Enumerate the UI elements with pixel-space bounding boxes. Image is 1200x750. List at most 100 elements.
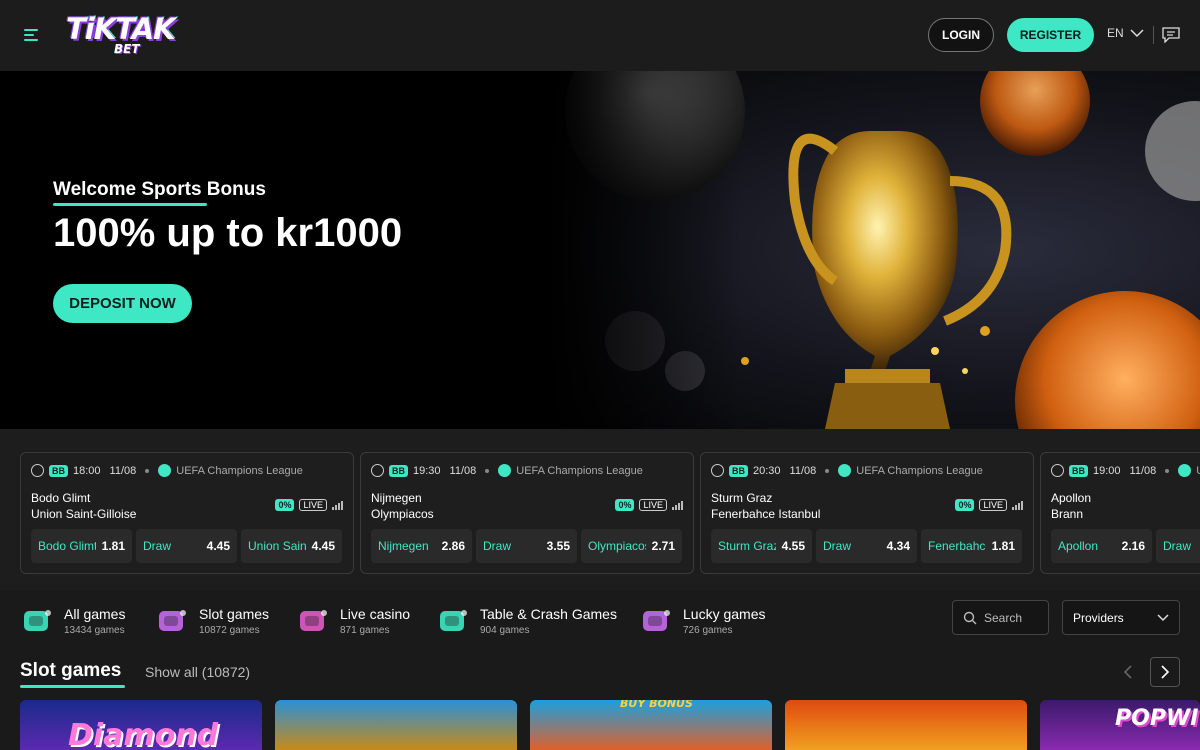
site-logo[interactable]: TiKTAK BET — [66, 12, 176, 58]
odds-button[interactable]: Draw — [1156, 529, 1200, 563]
odds-label: Draw — [143, 539, 172, 553]
search-icon — [963, 611, 977, 624]
match-card[interactable]: BB 18:00 11/08 UEFA Champions League Bod… — [20, 452, 354, 574]
match-meta: BB 19:00 11/08 UEFA Champions League — [1051, 464, 1200, 477]
odds-label: Draw — [823, 539, 852, 553]
providers-label: Providers — [1073, 610, 1124, 625]
odds-label: Draw — [483, 539, 512, 553]
soccer-ball-icon — [711, 464, 724, 477]
match-card[interactable]: BB 19:30 11/08 UEFA Champions League Nij… — [360, 452, 694, 574]
separator-dot — [145, 468, 150, 473]
logo-text: TiKTAK — [66, 12, 176, 46]
game-tile-popwins[interactable]: POPWI — [1040, 700, 1200, 750]
match-time: 18:00 — [73, 464, 101, 477]
odds-value: 4.45 — [206, 539, 230, 553]
odds-label: Sturm Graz — [718, 539, 776, 553]
live-badge: LIVE — [639, 499, 667, 511]
odds-button[interactable]: Sturm Graz 4.55 — [711, 529, 812, 563]
league-name: UEFA Champions League — [516, 464, 643, 477]
odds-value: 2.71 — [651, 539, 675, 553]
category-icon — [24, 610, 51, 631]
carousel-prev-button[interactable] — [1117, 659, 1139, 685]
bb-badge: BB — [389, 464, 408, 477]
match-teams: Nijmegen Olympiacos — [371, 490, 434, 522]
search-placeholder: Search — [984, 610, 1023, 625]
category-name: Lucky games — [683, 606, 766, 622]
odds-button[interactable]: Draw 3.55 — [476, 529, 577, 563]
odds-button[interactable]: Fenerbahce Istanbul 1.81 — [921, 529, 1022, 563]
odds-button[interactable]: Draw 4.34 — [816, 529, 917, 563]
live-badge: LIVE — [979, 499, 1007, 511]
soccer-ball-icon — [31, 464, 44, 477]
chevron-down-icon — [1157, 613, 1169, 621]
deposit-now-button[interactable]: DEPOSIT NOW — [53, 284, 192, 323]
odds-value: 1.81 — [991, 539, 1015, 553]
match-date: 11/08 — [1129, 464, 1157, 477]
category-icon — [643, 610, 670, 631]
game-tile-title: BUY BONUS — [620, 700, 693, 710]
odds-button[interactable]: Apollon 2.16 — [1051, 529, 1152, 563]
section-title-underline — [20, 685, 125, 688]
odds-button[interactable]: Nijmegen 2.86 — [371, 529, 472, 563]
match-meta: BB 20:30 11/08 UEFA Champions League — [711, 464, 983, 477]
team-home: Nijmegen — [371, 491, 422, 505]
category-count: 904 games — [480, 625, 530, 636]
carousel-next-button[interactable] — [1150, 657, 1180, 687]
match-teams: Bodo Glimt Union Saint-Gilloise — [31, 490, 136, 522]
match-status: 0% LIVE — [275, 499, 343, 511]
live-matches-strip: BB 18:00 11/08 UEFA Champions League Bod… — [0, 429, 1200, 591]
odds-value: 2.16 — [1121, 539, 1145, 553]
league-icon — [838, 464, 852, 477]
search-input[interactable]: Search — [952, 600, 1049, 635]
odds-label: Apollon — [1058, 539, 1099, 553]
odds-button[interactable]: Draw 4.45 — [136, 529, 237, 563]
soccer-ball-icon — [371, 464, 384, 477]
category-item[interactable]: Lucky games 726 games — [639, 605, 765, 637]
match-meta: BB 19:30 11/08 UEFA Champions League — [371, 464, 643, 477]
match-date: 11/08 — [449, 464, 477, 477]
team-home: Sturm Graz — [711, 491, 773, 505]
team-home: Apollon — [1051, 491, 1092, 505]
signal-bars-icon — [1012, 500, 1023, 510]
odds-value: 4.55 — [781, 539, 805, 553]
game-tile-title: POPWI — [1115, 706, 1199, 731]
show-all-link[interactable]: Show all (10872) — [145, 664, 250, 680]
category-count: 871 games — [340, 625, 390, 636]
providers-dropdown[interactable]: Providers — [1062, 600, 1180, 635]
category-item[interactable]: Table & Crash Games 904 games — [436, 605, 617, 637]
bb-badge: BB — [729, 464, 748, 477]
login-button[interactable]: LOGIN — [928, 18, 994, 52]
odds-label: Draw — [1163, 539, 1192, 553]
match-card[interactable]: BB 20:30 11/08 UEFA Champions League Stu… — [700, 452, 1034, 574]
match-status: 0% LIVE — [955, 499, 1023, 511]
category-item[interactable]: All games 13434 games — [20, 605, 125, 637]
hero-title: Welcome Sports Bonus — [53, 179, 266, 200]
chat-icon[interactable] — [1162, 27, 1180, 43]
category-item[interactable]: Slot games 10872 games — [155, 605, 269, 637]
team-away: Olympiacos — [371, 507, 434, 521]
odds-button[interactable]: Olympiacos 2.71 — [581, 529, 682, 563]
category-item[interactable]: Live casino 871 games — [296, 605, 410, 637]
game-tile-zeus[interactable] — [785, 700, 1027, 750]
separator-dot — [485, 468, 490, 473]
hamburger-menu-icon[interactable] — [24, 27, 42, 43]
odds-label: Bodo Glimt — [38, 539, 96, 553]
match-teams: Sturm Graz Fenerbahce Istanbul — [711, 490, 820, 522]
team-away: Brann — [1051, 507, 1084, 521]
category-name: All games — [64, 606, 126, 622]
odds-button[interactable]: Union Saint-Gilloise 4.45 — [241, 529, 342, 563]
game-tile-diamond[interactable]: Diamond — [20, 700, 262, 750]
separator-dot — [825, 468, 830, 473]
odds-button[interactable]: Bodo Glimt 1.81 — [31, 529, 132, 563]
language-selector[interactable]: EN — [1107, 26, 1144, 40]
category-count: 726 games — [683, 625, 733, 636]
match-card[interactable]: BB 19:00 11/08 UEFA Champions League Apo… — [1040, 452, 1200, 574]
signal-bars-icon — [672, 500, 683, 510]
match-time: 20:30 — [753, 464, 781, 477]
register-button[interactable]: REGISTER — [1007, 18, 1094, 52]
category-count: 10872 games — [199, 625, 260, 636]
game-tile-buy-bonus[interactable]: BUY BONUS — [530, 700, 772, 750]
hero-amount: 100% up to kr1000 — [53, 211, 403, 255]
category-icon — [440, 610, 467, 631]
game-tile-gold-coins[interactable] — [275, 700, 517, 750]
